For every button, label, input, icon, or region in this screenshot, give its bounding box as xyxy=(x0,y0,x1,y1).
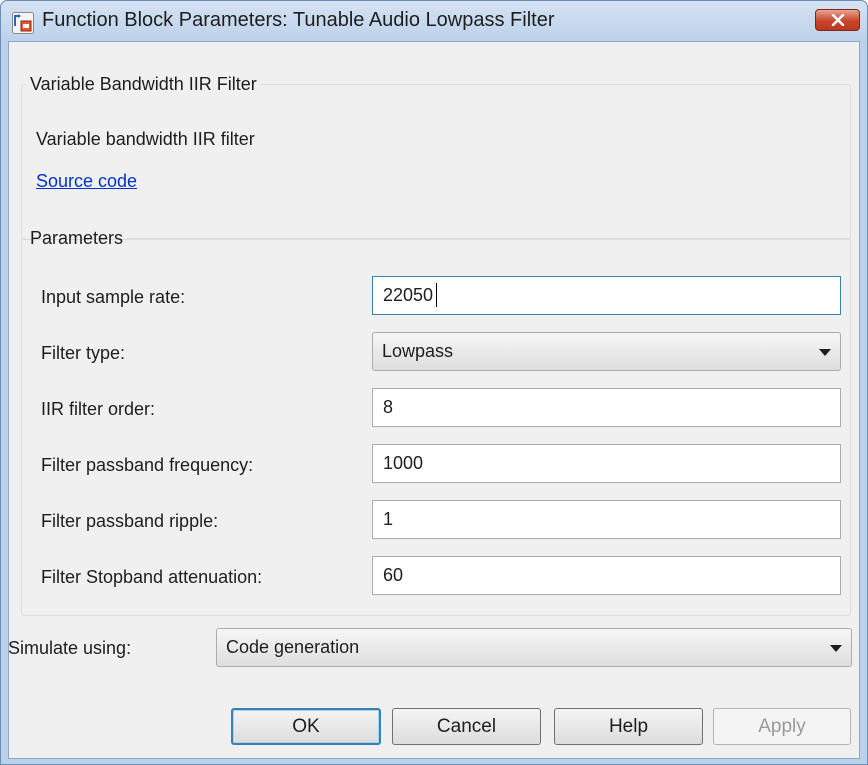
simulate-using-dropdown[interactable]: Code generation xyxy=(216,628,852,667)
chevron-down-icon xyxy=(830,645,842,652)
stopband-attenuation-field[interactable] xyxy=(372,556,841,595)
dialog-body: Variable Bandwidth IIR Filter Variable b… xyxy=(8,41,860,759)
cancel-button[interactable]: Cancel xyxy=(392,708,541,745)
filter-type-value: Lowpass xyxy=(382,341,454,361)
passband-frequency-label: Filter passband frequency: xyxy=(41,455,254,475)
simulate-using-label: Simulate using: xyxy=(8,638,132,658)
chevron-down-icon xyxy=(819,349,831,356)
close-icon xyxy=(831,14,844,26)
title-bar[interactable]: Function Block Parameters: Tunable Audio… xyxy=(1,1,867,41)
close-button[interactable] xyxy=(815,9,860,31)
input-sample-rate-label: Input sample rate: xyxy=(41,287,186,307)
simulink-block-icon xyxy=(12,12,34,34)
source-code-link[interactable]: Source code xyxy=(36,171,137,192)
parameters-group-title: Parameters xyxy=(30,228,124,248)
window-title: Function Block Parameters: Tunable Audio… xyxy=(42,9,555,31)
input-sample-rate-field[interactable] xyxy=(372,276,841,315)
filter-type-label: Filter type: xyxy=(41,343,126,363)
passband-ripple-field[interactable] xyxy=(372,500,841,539)
simulate-using-value: Code generation xyxy=(226,637,360,657)
stopband-attenuation-label: Filter Stopband attenuation: xyxy=(41,567,263,587)
description-text: Variable bandwidth IIR filter xyxy=(36,129,255,149)
ok-button[interactable]: OK xyxy=(231,708,381,745)
passband-frequency-field[interactable] xyxy=(372,444,841,483)
description-group: Variable Bandwidth IIR Filter xyxy=(21,74,851,240)
description-group-title: Variable Bandwidth IIR Filter xyxy=(30,74,257,94)
iir-filter-order-field[interactable] xyxy=(372,388,841,427)
help-button[interactable]: Help xyxy=(554,708,703,745)
text-cursor xyxy=(436,283,437,307)
dialog-window: Function Block Parameters: Tunable Audio… xyxy=(0,0,868,765)
apply-button[interactable]: Apply xyxy=(713,708,851,745)
passband-ripple-label: Filter passband ripple: xyxy=(41,511,219,531)
iir-filter-order-label: IIR filter order: xyxy=(41,399,156,419)
filter-type-dropdown[interactable]: Lowpass xyxy=(372,332,841,371)
